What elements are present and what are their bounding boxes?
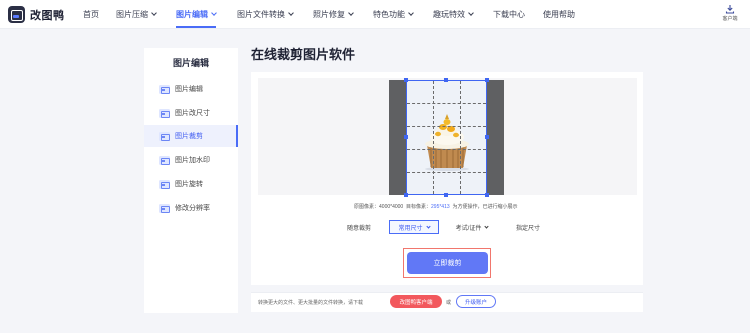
nav-label: 照片修复	[313, 10, 345, 19]
option-label: 常用尺寸	[398, 225, 423, 232]
sidebar-item-label: 图片改尺寸	[175, 110, 210, 117]
sidebar-item-label: 图片编辑	[175, 86, 203, 93]
chevron-down-icon	[484, 223, 489, 229]
crop-handle-left[interactable]	[404, 135, 408, 139]
or-text: 或	[446, 300, 452, 306]
option-common-size[interactable]: 常用尺寸	[389, 220, 439, 234]
sidebar-item-resize[interactable]: 图片改尺寸	[144, 102, 238, 124]
crop-handle-top[interactable]	[444, 78, 448, 82]
client-label: 客户端	[722, 16, 738, 22]
chevron-down-icon	[408, 10, 414, 16]
sidebar-item-label: 修改分辨率	[175, 205, 210, 212]
option-label: 随意裁剪	[346, 225, 371, 232]
image-icon	[159, 108, 170, 118]
nav-item-download-center[interactable]: 下载中心	[493, 9, 525, 20]
sidebar-title: 图片编辑	[172, 58, 209, 68]
download-icon	[725, 5, 735, 14]
chevron-down-icon	[348, 10, 354, 16]
chevron-down-icon	[211, 10, 217, 16]
sidebar-item-resolution[interactable]: 修改分辨率	[144, 197, 238, 219]
crop-handle-bottom-right[interactable]	[485, 193, 489, 197]
image-icon	[159, 203, 170, 213]
nav-item-effects[interactable]: 趣玩特效	[433, 9, 474, 20]
original-pixel-value: 4000*4000	[379, 204, 404, 210]
page-title: 在线裁剪图片软件	[251, 47, 356, 62]
image-icon	[159, 84, 170, 94]
upgrade-account-button[interactable]: 升级账户	[456, 295, 496, 308]
sidebar-item-crop[interactable]: 图片裁剪	[144, 125, 238, 147]
nav-item-home[interactable]: 首页	[83, 9, 99, 20]
crop-handle-bottom[interactable]	[444, 193, 448, 197]
crop-handle-top-left[interactable]	[404, 78, 408, 82]
crop-grid-line	[407, 103, 486, 104]
scale-note: 为方便操作，已进行缩小展示	[452, 204, 518, 210]
sidebar-item-watermark[interactable]: 图片加水印	[144, 149, 238, 171]
crop-handle-top-right[interactable]	[485, 78, 489, 82]
chevron-down-icon	[468, 10, 474, 16]
top-navigation-bar: 改图鸭 首页 图片压缩 图片编辑 图片文件转换 照片修复 特色功能 趣玩特效 下…	[0, 0, 750, 29]
sidebar-item-label: 图片加水印	[175, 157, 210, 164]
footer-text: 转换更大的文件、更大批量的文件转换，请下载	[258, 300, 364, 306]
option-label: 指定尺寸	[515, 225, 540, 232]
crop-grid-line	[407, 172, 486, 173]
logo-icon	[8, 6, 25, 23]
nav-item-help[interactable]: 使用帮助	[543, 9, 575, 20]
target-pixel-value: 295*413	[431, 204, 450, 210]
nav-item-compress[interactable]: 图片压缩	[116, 9, 157, 20]
nav-label: 趣玩特效	[433, 10, 465, 19]
nav-item-convert[interactable]: 图片文件转换	[237, 9, 294, 20]
sidebar-item-image-edit[interactable]: 图片编辑	[144, 78, 238, 100]
image-icon	[159, 179, 170, 189]
nav-label: 特色功能	[373, 10, 405, 19]
nav-item-features[interactable]: 特色功能	[373, 9, 414, 20]
nav-label: 图片压缩	[116, 10, 148, 19]
crop-grid-line	[407, 126, 486, 127]
sidebar: 图片编辑 图片编辑 图片改尺寸 图片裁剪 图片加水印 图片旋转 修改分辨率	[144, 48, 238, 313]
sidebar-item-label: 图片裁剪	[175, 133, 203, 140]
sidebar-item-rotate[interactable]: 图片旋转	[144, 173, 238, 195]
chevron-down-icon	[151, 10, 157, 16]
target-pixel-label: 目标像素：	[406, 204, 432, 210]
pixel-info: 原图像素：4000*4000 目标像素：295*413 为方便操作，已进行缩小展…	[354, 203, 517, 210]
nav-label: 使用帮助	[543, 10, 575, 19]
option-exam-id[interactable]: 考试/证件	[446, 220, 498, 234]
nav-label: 下载中心	[493, 10, 525, 19]
nav-label: 首页	[83, 10, 99, 19]
cupcake-image	[425, 114, 469, 171]
option-free-crop[interactable]: 随意裁剪	[334, 220, 384, 234]
image-icon	[159, 131, 170, 141]
option-custom-size[interactable]: 指定尺寸	[504, 220, 552, 234]
client-download-button[interactable]: 客户端	[717, 4, 743, 22]
nav-label: 图片编辑	[176, 10, 208, 19]
chevron-down-icon	[425, 223, 431, 229]
crop-grid-line	[433, 81, 434, 194]
crop-grid-line	[407, 149, 486, 150]
nav-item-repair[interactable]: 照片修复	[313, 9, 354, 20]
chevron-down-icon	[288, 10, 294, 16]
crop-grid-line	[460, 81, 461, 194]
logo[interactable]: 改图鸭	[8, 6, 65, 23]
image-icon	[159, 155, 170, 165]
crop-now-button[interactable]: 立即裁剪	[407, 252, 488, 274]
active-nav-underline	[176, 26, 216, 28]
sidebar-item-label: 图片旋转	[175, 181, 203, 188]
nav-label: 图片文件转换	[237, 10, 285, 19]
crop-handle-right[interactable]	[485, 135, 489, 139]
download-client-button[interactable]: 改图鸭客户端	[390, 295, 442, 308]
logo-text: 改图鸭	[30, 9, 65, 22]
option-label: 考试/证件	[455, 225, 482, 232]
nav-item-edit[interactable]: 图片编辑	[176, 9, 217, 20]
crop-box[interactable]	[406, 80, 487, 195]
original-pixel-label: 原图像素：	[354, 204, 380, 210]
crop-handle-bottom-left[interactable]	[404, 193, 408, 197]
